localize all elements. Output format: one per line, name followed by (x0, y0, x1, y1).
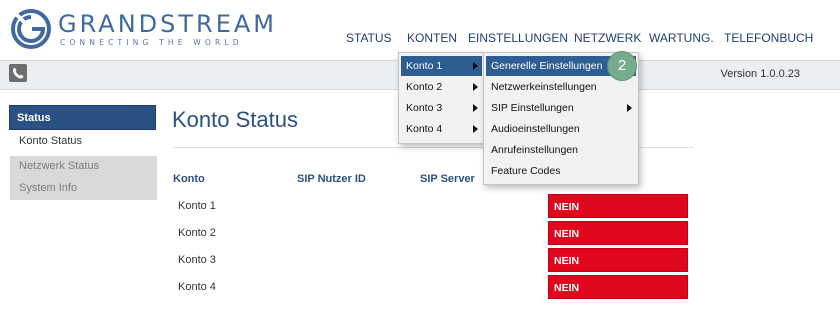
menu-item-konto-3[interactable]: Konto 3 (401, 98, 482, 118)
menu-item-label: Konto 2 (406, 81, 443, 93)
version-label: Version 1.0.0.23 (720, 68, 800, 80)
menu-item-label: Konto 3 (406, 102, 443, 114)
konten-dropdown-menu: Konto 1 Konto 2 Konto 3 Konto 4 (398, 52, 485, 144)
table-row-konto-1: Konto 1 (178, 200, 216, 212)
menu-item-label: Konto 1 (406, 60, 443, 72)
menu-item-konto-2[interactable]: Konto 2 (401, 77, 482, 97)
nav-telefonbuch[interactable]: TELEFONBUCH (724, 31, 813, 45)
status-badge: NEIN (548, 194, 688, 218)
grandstream-logo-icon (11, 9, 51, 49)
menu-item-konto-4[interactable]: Konto 4 (401, 119, 482, 139)
submenu-arrow-icon (473, 62, 478, 70)
status-badge: NEIN (548, 221, 688, 245)
brand-tagline: CONNECTING THE WORLD (60, 38, 243, 47)
submenu-arrow-icon (627, 104, 632, 112)
menu-item-sip-einstellungen[interactable]: SIP Einstellungen (486, 98, 636, 118)
submenu-arrow-icon (473, 104, 478, 112)
phone-icon (13, 67, 24, 79)
nav-wartung[interactable]: WARTUNG. (649, 31, 714, 45)
table-row-konto-2: Konto 2 (178, 227, 216, 239)
sidebar-item-konto-status[interactable]: Konto Status (10, 131, 157, 153)
brand-name: GRANDSTREAM (58, 10, 278, 38)
step-number-badge: 2 (607, 51, 637, 81)
menu-item-konto-1[interactable]: Konto 1 (401, 56, 482, 76)
nav-konten[interactable]: KONTEN (407, 31, 457, 45)
status-badge: NEIN (548, 275, 688, 299)
submenu-arrow-icon (473, 125, 478, 133)
table-row-konto-3: Konto 3 (178, 254, 216, 266)
status-badge: NEIN (548, 248, 688, 272)
sidebar-header-status[interactable]: Status (9, 105, 156, 130)
column-header-sip-nutzer-id: SIP Nutzer ID (297, 173, 366, 185)
table-row-konto-4: Konto 4 (178, 281, 216, 293)
nav-einstellungen[interactable]: EINSTELLUNGEN (468, 31, 568, 45)
menu-item-feature-codes[interactable]: Feature Codes (486, 161, 636, 181)
sidebar-item-system-info[interactable]: System Info (10, 178, 157, 200)
grandstream-logo: GRANDSTREAM CONNECTING THE WORLD (10, 8, 274, 49)
column-header-sip-server: SIP Server (420, 173, 475, 185)
nav-status[interactable]: STATUS (346, 31, 392, 45)
menu-item-anrufeinstellungen[interactable]: Anrufeinstellungen (486, 140, 636, 160)
column-header-konto: Konto (173, 173, 205, 185)
nav-netzwerk[interactable]: NETZWERK (574, 31, 641, 45)
menu-item-audioeinstellungen[interactable]: Audioeinstellungen (486, 119, 636, 139)
phone-button[interactable] (9, 64, 27, 82)
menu-item-netzwerkeinstellungen[interactable]: Netzwerkeinstellungen (486, 77, 636, 97)
submenu-arrow-icon (473, 83, 478, 91)
menu-item-label: Konto 4 (406, 123, 443, 135)
sidebar-item-netzwerk-status[interactable]: Netzwerk Status (10, 156, 157, 178)
menu-item-label: SIP Einstellungen (491, 102, 574, 114)
page-title: Konto Status (172, 107, 298, 132)
